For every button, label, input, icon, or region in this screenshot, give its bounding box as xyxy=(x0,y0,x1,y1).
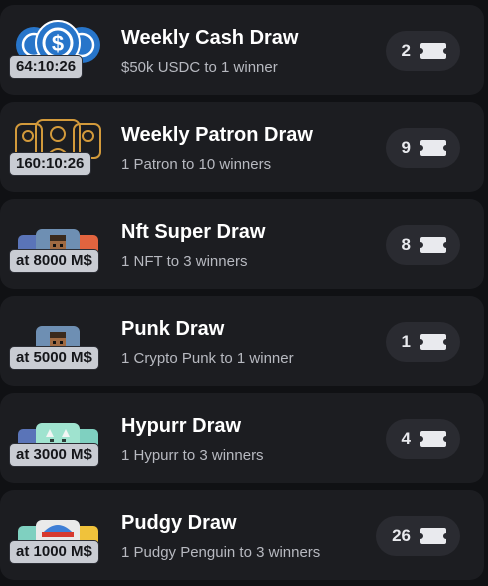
ticket-count: 2 xyxy=(401,41,411,60)
ticket-icon xyxy=(420,334,446,350)
price-badge: at 8000 M$ xyxy=(9,249,99,273)
ticket-count: 9 xyxy=(401,138,411,157)
price-badge: at 5000 M$ xyxy=(9,346,99,370)
draw-subtitle: 1 Hypurr to 3 winners xyxy=(121,447,264,464)
ticket-count: 26 xyxy=(392,526,411,545)
ticket-count-button[interactable]: 26 xyxy=(376,516,460,556)
draw-title: Weekly Cash Draw xyxy=(121,27,299,49)
draw-title: Punk Draw xyxy=(121,318,225,340)
price-badge: at 3000 M$ xyxy=(9,443,99,467)
ticket-count: 4 xyxy=(401,429,411,448)
ticket-icon xyxy=(420,43,446,59)
svg-text:$: $ xyxy=(52,31,64,56)
draw-card-pudgy[interactable]: at 1000 M$ Pudgy Draw 1 Pudgy Penguin to… xyxy=(0,490,484,580)
ticket-count: 8 xyxy=(401,235,411,254)
draw-card-hypurr[interactable]: at 3000 M$ Hypurr Draw 1 Hypurr to 3 win… xyxy=(0,393,484,483)
countdown-badge: 160:10:26 xyxy=(9,152,92,176)
draw-card-punk[interactable]: at 5000 M$ Punk Draw 1 Crypto Punk to 1 … xyxy=(0,296,484,386)
ticket-count-button[interactable]: 2 xyxy=(385,31,460,71)
ticket-count-button[interactable]: 9 xyxy=(385,128,460,168)
draw-subtitle: $50k USDC to 1 winner xyxy=(121,59,278,76)
draw-card-weekly-patron[interactable]: 160:10:26 Weekly Patron Draw 1 Patron to… xyxy=(0,102,484,192)
ticket-count-button[interactable]: 8 xyxy=(385,225,460,265)
draw-title: Hypurr Draw xyxy=(121,415,242,437)
draw-title: Nft Super Draw xyxy=(121,221,266,243)
ticket-count-button[interactable]: 4 xyxy=(385,419,460,459)
ticket-count-button[interactable]: 1 xyxy=(385,322,460,362)
draw-title: Weekly Patron Draw xyxy=(121,124,313,146)
countdown-badge: 64:10:26 xyxy=(9,55,84,79)
draw-list: $ 64:10:26 Weekly Cash Draw $50k USDC to… xyxy=(0,0,488,586)
draw-subtitle: 1 Crypto Punk to 1 winner xyxy=(121,350,294,367)
price-badge: at 1000 M$ xyxy=(9,540,99,564)
draw-subtitle: 1 Pudgy Penguin to 3 winners xyxy=(121,544,321,561)
draw-subtitle: 1 NFT to 3 winners xyxy=(121,253,248,270)
ticket-icon xyxy=(420,237,446,253)
ticket-icon xyxy=(420,528,446,544)
draw-title: Pudgy Draw xyxy=(121,512,237,534)
draw-card-weekly-cash[interactable]: $ 64:10:26 Weekly Cash Draw $50k USDC to… xyxy=(0,5,484,95)
ticket-icon xyxy=(420,431,446,447)
ticket-count: 1 xyxy=(401,332,411,351)
draw-card-nft-super[interactable]: at 8000 M$ Nft Super Draw 1 NFT to 3 win… xyxy=(0,199,484,289)
ticket-icon xyxy=(420,140,446,156)
draw-subtitle: 1 Patron to 10 winners xyxy=(121,156,272,173)
